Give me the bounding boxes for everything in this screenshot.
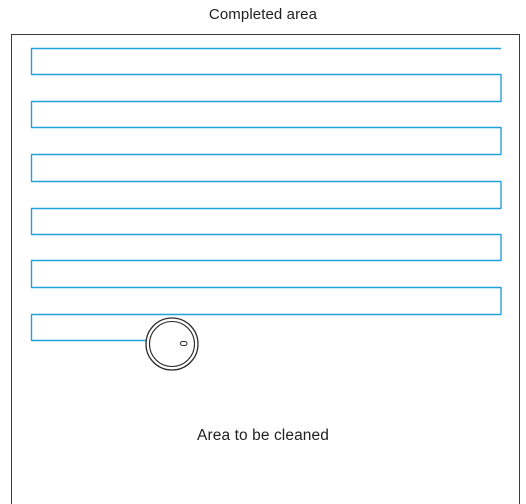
cleaned-zigzag-path — [30, 47, 502, 342]
robot-vacuum-icon — [145, 317, 199, 371]
area-to-be-cleaned-label: Area to be cleaned — [197, 427, 329, 444]
cleaning-diagram — [30, 47, 502, 371]
